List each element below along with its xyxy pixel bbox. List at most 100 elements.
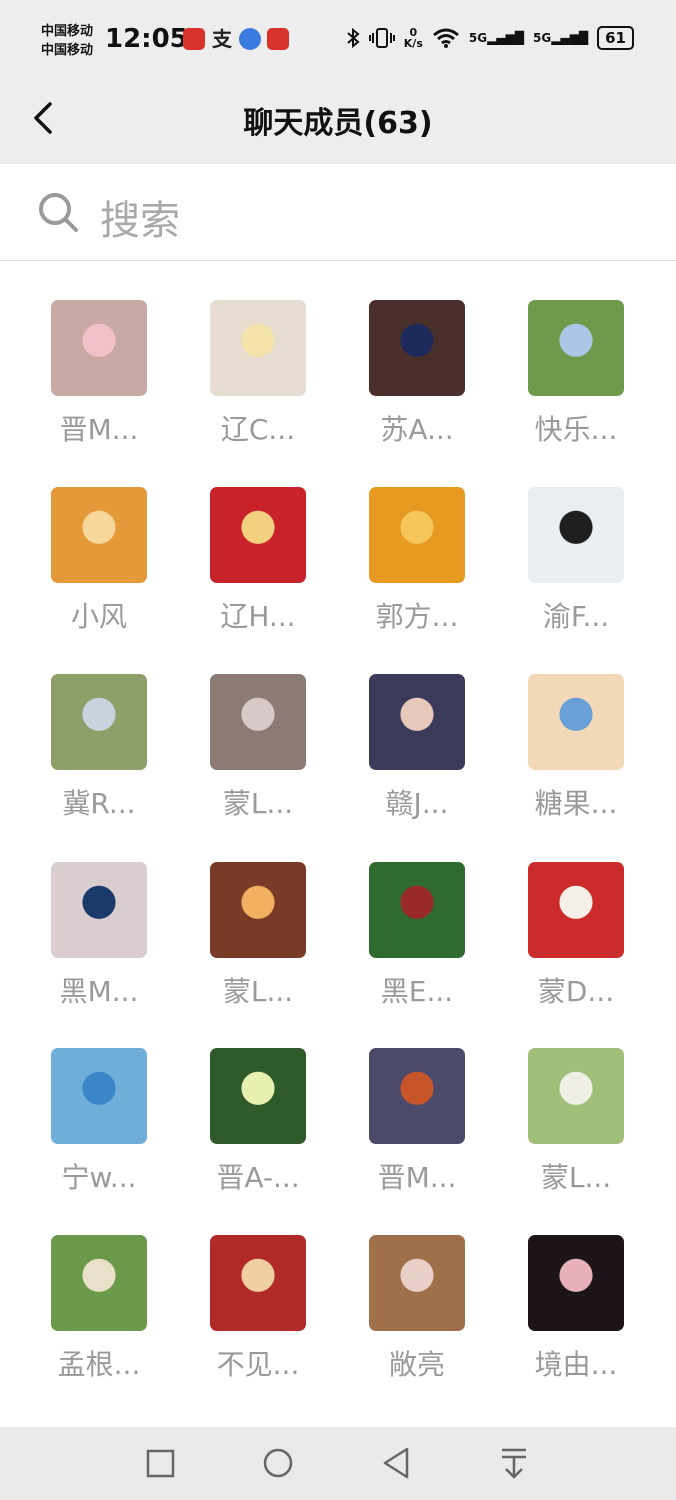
member-item[interactable]: 郭方... bbox=[347, 487, 487, 635]
carrier-labels: 中国移动 中国移动 bbox=[41, 22, 93, 60]
member-avatar[interactable] bbox=[369, 487, 465, 583]
member-avatar[interactable] bbox=[210, 674, 306, 770]
member-item[interactable]: 糖果... bbox=[506, 674, 646, 822]
member-avatar[interactable] bbox=[369, 1235, 465, 1331]
member-name: 境由... bbox=[534, 1348, 618, 1381]
member-avatar[interactable] bbox=[369, 862, 465, 958]
member-item[interactable]: 敞亮 bbox=[347, 1235, 487, 1383]
member-name: 辽C... bbox=[220, 413, 296, 446]
member-avatar[interactable] bbox=[369, 674, 465, 770]
home-icon[interactable] bbox=[262, 1445, 294, 1481]
search-input[interactable]: 搜索 bbox=[100, 188, 180, 246]
member-item[interactable]: 宁w... bbox=[29, 1048, 169, 1196]
signal-bars-icon: ▂▄▆█ bbox=[487, 31, 524, 45]
member-name: 渝F... bbox=[542, 600, 610, 633]
search-icon bbox=[39, 193, 78, 232]
notification-pull-icon[interactable] bbox=[499, 1445, 529, 1481]
member-item[interactable]: 晋M... bbox=[29, 300, 169, 448]
member-item[interactable]: 蒙D... bbox=[506, 862, 646, 1010]
alipay-icon: 支 bbox=[212, 27, 232, 51]
notification-app-icons: 支 bbox=[183, 28, 289, 50]
vibrate-icon bbox=[368, 28, 395, 48]
member-name: 冀R... bbox=[62, 787, 136, 820]
member-item[interactable]: 苏A... bbox=[347, 300, 487, 448]
member-name: 蒙L... bbox=[222, 975, 294, 1008]
member-avatar[interactable] bbox=[210, 862, 306, 958]
member-item[interactable]: 渝F... bbox=[506, 487, 646, 635]
net-speed-unit: K/s bbox=[403, 37, 423, 50]
wifi-icon bbox=[432, 28, 459, 48]
member-avatar[interactable] bbox=[528, 862, 624, 958]
status-time: 12:05 bbox=[105, 24, 188, 54]
member-name: 蒙L... bbox=[222, 787, 294, 820]
member-name: 蒙D... bbox=[537, 975, 615, 1008]
member-name: 黑E... bbox=[380, 975, 454, 1008]
signal-2-label: 5G bbox=[533, 31, 552, 45]
carrier-2: 中国移动 bbox=[41, 43, 94, 58]
signal-1-label: 5G bbox=[468, 31, 488, 45]
member-avatar[interactable] bbox=[528, 487, 624, 583]
member-name: 敞亮 bbox=[388, 1348, 445, 1381]
member-avatar[interactable] bbox=[210, 1048, 306, 1144]
member-item[interactable]: 黑E... bbox=[347, 862, 487, 1010]
member-avatar[interactable] bbox=[210, 1235, 306, 1331]
system-nav-bar bbox=[0, 1427, 676, 1500]
member-name: 不见... bbox=[216, 1348, 300, 1381]
member-item[interactable]: 晋M... bbox=[347, 1048, 487, 1196]
member-name: 快乐... bbox=[534, 413, 618, 446]
member-item[interactable]: 蒙L... bbox=[506, 1048, 646, 1196]
member-name: 晋M... bbox=[377, 1161, 457, 1194]
member-item[interactable]: 黑M... bbox=[29, 862, 169, 1010]
bank-app-icon bbox=[267, 28, 289, 50]
member-name: 赣J... bbox=[385, 787, 449, 820]
member-name: 郭方... bbox=[375, 600, 459, 633]
member-item[interactable]: 冀R... bbox=[29, 674, 169, 822]
member-avatar[interactable] bbox=[51, 674, 147, 770]
member-item[interactable]: 晋A-... bbox=[188, 1048, 328, 1196]
signal-2: 5G▂▄▆█ bbox=[533, 31, 588, 45]
member-avatar[interactable] bbox=[51, 1048, 147, 1144]
bluetooth-icon bbox=[347, 27, 360, 49]
member-item[interactable]: 境由... bbox=[506, 1235, 646, 1383]
member-name: 小风 bbox=[70, 600, 127, 633]
member-avatar[interactable] bbox=[369, 300, 465, 396]
member-avatar[interactable] bbox=[210, 487, 306, 583]
signal-1: 5G▂▄▆█ bbox=[469, 31, 524, 45]
member-avatar[interactable] bbox=[528, 674, 624, 770]
recent-apps-icon[interactable] bbox=[146, 1445, 176, 1481]
member-avatar[interactable] bbox=[51, 1235, 147, 1331]
member-avatar[interactable] bbox=[528, 1048, 624, 1144]
member-item[interactable]: 小风 bbox=[29, 487, 169, 635]
status-bar: 中国移动 中国移动 12:05 支 0 K/s 5G▂▄▆█ 5G▂▄▆█ 61 bbox=[0, 0, 676, 82]
carrier-1: 中国移动 bbox=[41, 24, 94, 39]
member-name: 晋M... bbox=[59, 413, 139, 446]
member-item[interactable]: 辽H... bbox=[188, 487, 328, 635]
page-title: 聊天成员(63) bbox=[243, 106, 433, 141]
member-name: 孟根... bbox=[57, 1348, 141, 1381]
search-bar[interactable]: 搜索 bbox=[0, 164, 676, 261]
member-name: 晋A-... bbox=[216, 1161, 300, 1194]
member-avatar[interactable] bbox=[369, 1048, 465, 1144]
member-item[interactable]: 赣J... bbox=[347, 674, 487, 822]
member-name: 黑M... bbox=[59, 975, 139, 1008]
member-avatar[interactable] bbox=[528, 300, 624, 396]
member-item[interactable]: 辽C... bbox=[188, 300, 328, 448]
weather-app-icon bbox=[183, 28, 205, 50]
member-name: 蒙L... bbox=[540, 1161, 612, 1194]
member-item[interactable]: 快乐... bbox=[506, 300, 646, 448]
member-avatar[interactable] bbox=[210, 300, 306, 396]
member-avatar[interactable] bbox=[51, 862, 147, 958]
member-item[interactable]: 蒙L... bbox=[188, 862, 328, 1010]
net-speed: 0 K/s bbox=[404, 27, 423, 49]
browser-icon bbox=[239, 28, 261, 50]
member-item[interactable]: 孟根... bbox=[29, 1235, 169, 1383]
member-name: 糖果... bbox=[534, 787, 618, 820]
title-bar: 聊天成员(63) bbox=[0, 82, 676, 164]
signal-bars-icon: ▂▄▆█ bbox=[551, 31, 589, 45]
member-item[interactable]: 蒙L... bbox=[188, 674, 328, 822]
back-nav-icon[interactable] bbox=[381, 1445, 411, 1481]
member-avatar[interactable] bbox=[51, 487, 147, 583]
member-avatar[interactable] bbox=[51, 300, 147, 396]
member-avatar[interactable] bbox=[528, 1235, 624, 1331]
member-item[interactable]: 不见... bbox=[188, 1235, 328, 1383]
